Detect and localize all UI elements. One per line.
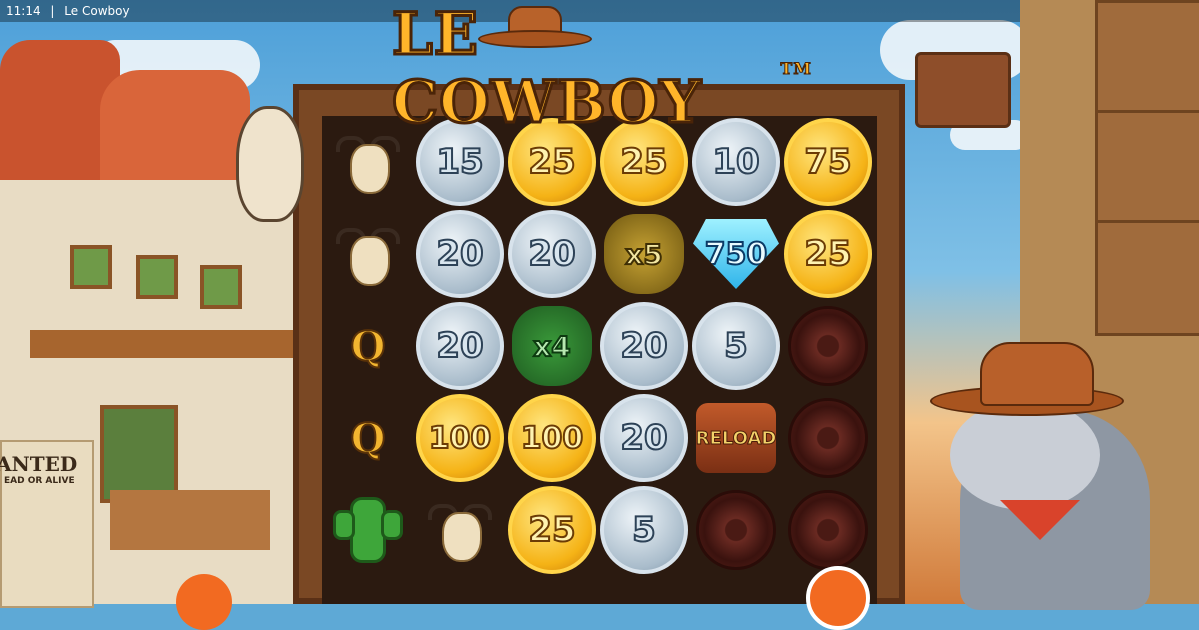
bull-skull-icon — [336, 222, 400, 286]
clock-time: 11:14 — [6, 4, 41, 18]
wanted-poster-title: ANTED — [0, 452, 78, 476]
saloon-door — [100, 405, 178, 503]
reload-bullets-icon: RELOAD — [695, 403, 777, 473]
revolver-cylinder-icon — [788, 398, 868, 478]
game-title-logo: LE COWBOY TM — [390, 0, 812, 138]
cell-coin: 100 — [414, 392, 506, 484]
cell-q: Q — [322, 300, 414, 392]
saloon-window — [136, 255, 178, 299]
clover-multiplier-icon: x4 — [512, 306, 592, 386]
cell-skull — [322, 208, 414, 300]
cell-coin: 5 — [690, 300, 782, 392]
bull-skull-icon — [428, 498, 492, 562]
cell-multiplier: x5 — [598, 208, 690, 300]
frame-bull-skull-icon — [212, 78, 322, 228]
cell-coin: 100 — [506, 392, 598, 484]
symbol-q: Q — [350, 414, 387, 463]
cell-cylinder — [782, 392, 874, 484]
gold-coin: 25 — [508, 486, 596, 574]
silver-coin: 20 — [508, 210, 596, 298]
revolver-cylinder-icon — [788, 490, 868, 570]
wood-plank — [1095, 0, 1199, 116]
gold-coin: 100 — [508, 394, 596, 482]
cell-coin: 20 — [414, 300, 506, 392]
saloon-stairs — [110, 490, 270, 550]
wood-plank — [1095, 110, 1199, 226]
cell-coin: 25 — [506, 484, 598, 576]
saloon-window — [200, 265, 242, 309]
hanging-skull-sign — [915, 52, 1011, 128]
cell-coin: 20 — [506, 208, 598, 300]
gold-coin: 100 — [416, 394, 504, 482]
wood-plank — [1095, 220, 1199, 336]
spin-button[interactable] — [806, 566, 870, 630]
silver-coin: 5 — [692, 302, 780, 390]
status-separator: | — [50, 4, 55, 18]
gold-clover-multiplier-icon: x5 — [604, 214, 684, 294]
game-name: Le Cowboy — [64, 4, 130, 18]
cell-q: Q — [322, 392, 414, 484]
cactus-icon — [333, 497, 403, 563]
cell-multiplier: x4 — [506, 300, 598, 392]
reel-grid: Q Q 15 20 20 100 25 20 x4 100 25 25 x5 2… — [322, 116, 877, 604]
saloon-porch-roof — [30, 330, 300, 358]
wanted-poster: ANTED EAD OR ALIVE — [0, 440, 94, 608]
wanted-poster-subtitle: EAD OR ALIVE — [4, 476, 75, 486]
cell-coin: 20 — [414, 208, 506, 300]
cell-coin: 75 — [782, 116, 874, 208]
cell-diamond: 750 — [690, 208, 782, 300]
cell-cylinder — [690, 484, 782, 576]
menu-button[interactable] — [176, 574, 232, 630]
cell-cactus — [322, 484, 414, 576]
revolver-cylinder-icon — [788, 306, 868, 386]
cell-coin: 25 — [782, 208, 874, 300]
cell-reload: RELOAD — [690, 392, 782, 484]
cell-coin: 5 — [598, 484, 690, 576]
game-title-text: LE COWBOY — [390, 0, 702, 138]
saloon-window — [70, 245, 112, 289]
bull-skull-icon — [336, 130, 400, 194]
silver-coin: 20 — [600, 394, 688, 482]
silver-coin: 20 — [600, 302, 688, 390]
silver-coin: 20 — [416, 302, 504, 390]
diamond-icon: 750 — [693, 219, 779, 289]
revolver-cylinder-icon — [696, 490, 776, 570]
symbol-q: Q — [350, 322, 387, 371]
raccoon-cowboy-mascot — [930, 330, 1199, 610]
gold-coin: 75 — [784, 118, 872, 206]
trademark-mark: TM — [780, 58, 812, 78]
silver-coin: 5 — [600, 486, 688, 574]
cell-skull — [414, 484, 506, 576]
cell-cylinder — [782, 484, 874, 576]
silver-coin: 20 — [416, 210, 504, 298]
cell-coin: 20 — [598, 300, 690, 392]
cell-coin: 20 — [598, 392, 690, 484]
gold-coin: 25 — [784, 210, 872, 298]
cell-cylinder — [782, 300, 874, 392]
